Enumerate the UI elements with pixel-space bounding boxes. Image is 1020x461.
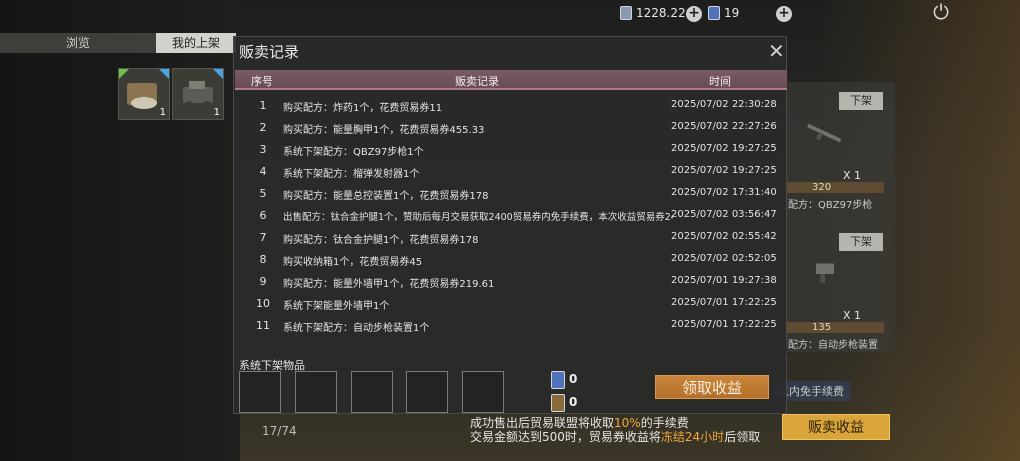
- currency-voucher: 1228.22: [620, 6, 686, 20]
- records-list[interactable]: 1 购买配方：炸药1个，花费贸易券11 2025/07/02 22:30:28 …: [235, 95, 787, 353]
- header-record: 贩卖记录: [455, 75, 499, 88]
- card-icon: [551, 371, 565, 389]
- row-no: 9: [259, 275, 267, 288]
- row-time: 2025/07/02 22:27:26: [671, 121, 777, 132]
- listing-qty: X 1: [843, 309, 862, 322]
- removed-item-slot[interactable]: [351, 371, 393, 413]
- header-no: 序号: [251, 75, 273, 88]
- row-desc: 系统下架能量外墙甲1个: [283, 301, 390, 312]
- add-voucher-button[interactable]: +: [686, 6, 702, 22]
- row-no: 6: [259, 209, 267, 222]
- listing-count: 17/74: [262, 424, 297, 438]
- row-no: 3: [259, 143, 267, 156]
- card-icon: [708, 6, 720, 20]
- item-slot-explosive[interactable]: 1: [118, 68, 170, 120]
- row-desc: 系统下架配方：自动步枪装置1个: [283, 323, 430, 334]
- row-time: 2025/07/02 19:27:25: [671, 143, 777, 154]
- row-no: 10: [256, 297, 270, 310]
- listing-label: 配方：自动步枪装置: [788, 340, 878, 351]
- row-no: 8: [259, 253, 267, 266]
- tab-my-listings[interactable]: 我的上架: [156, 33, 236, 53]
- table-row: 4 系统下架配方：榴弹发射器1个 2025/07/02 19:27:25: [235, 161, 787, 183]
- device-icon: [816, 263, 834, 283]
- table-row: 11 系统下架配方：自动步枪装置1个 2025/07/01 17:22:25: [235, 315, 787, 337]
- row-no: 2: [259, 121, 267, 134]
- row-time: 2025/07/01 19:27:38: [671, 275, 777, 286]
- table-row: 3 系统下架配方：QBZ97步枪1个 2025/07/02 19:27:25: [235, 139, 787, 161]
- sell-income-button[interactable]: 贩卖收益: [782, 414, 890, 440]
- freeze-duration: 冻结24小时: [660, 430, 725, 444]
- row-no: 11: [256, 319, 270, 332]
- listing-price-value: 320: [812, 182, 832, 193]
- takedown-button[interactable]: 下架: [839, 92, 883, 110]
- fee-info-line2: 交易金额达到500时，贸易券收益将冻结24小时后领取: [470, 428, 760, 445]
- removed-item-slot[interactable]: [462, 371, 504, 413]
- power-icon[interactable]: ⏻: [930, 2, 952, 24]
- table-row: 1 购买配方：炸药1个，花费贸易券11 2025/07/02 22:30:28: [235, 95, 787, 117]
- dialog-title: 贩卖记录: [239, 43, 300, 61]
- removed-item-slot[interactable]: [239, 371, 281, 413]
- row-time: 2025/07/02 22:30:28: [671, 99, 777, 110]
- collect-income-button[interactable]: 领取收益: [655, 375, 769, 399]
- row-desc: 购买配方：能量总控装置1个，花费贸易券178: [283, 191, 489, 202]
- header-time: 时间: [709, 75, 731, 88]
- tab-browse[interactable]: 浏览: [0, 33, 156, 53]
- row-no: 1: [259, 99, 267, 112]
- reward-voucher-value: 0: [569, 395, 578, 409]
- row-desc: 购买配方：能量胸甲1个，花费贸易券455.33: [283, 125, 485, 136]
- removed-item-slot[interactable]: [295, 371, 337, 413]
- listing-price-value: 135: [812, 322, 832, 333]
- rifle-icon: [807, 123, 842, 143]
- table-row: 5 购买配方：能量总控装置1个，花费贸易券178 2025/07/02 17:3…: [235, 183, 787, 205]
- currency-voucher-value: 1228.22: [636, 6, 686, 20]
- row-desc: 购买配方：能量外墙甲1个，花费贸易券219.61: [283, 279, 495, 290]
- reward-card-value: 0: [569, 372, 578, 386]
- listing-price: 135: [784, 322, 884, 333]
- table-row: 8 购买收纳箱1个，花费贸易券45 2025/07/02 02:52:05: [235, 249, 787, 271]
- row-time: 2025/07/01 17:22:25: [671, 319, 777, 330]
- row-time: 2025/07/02 02:55:42: [671, 231, 777, 242]
- fee-text: 后领取: [724, 430, 761, 444]
- row-time: 2025/07/01 17:22:25: [671, 297, 777, 308]
- add-card-button[interactable]: +: [776, 6, 792, 22]
- table-row: 10 系统下架能量外墙甲1个 2025/07/01 17:22:25: [235, 293, 787, 315]
- listing-price: 320: [784, 182, 884, 193]
- item-count: 1: [213, 107, 220, 118]
- listing-qty: X 1: [843, 169, 862, 182]
- row-no: 5: [259, 187, 267, 200]
- row-desc: 购买配方：钛合金护腿1个，花费贸易券178: [283, 235, 479, 246]
- table-row: 2 购买配方：能量胸甲1个，花费贸易券455.33 2025/07/02 22:…: [235, 117, 787, 139]
- sales-record-dialog: 贩卖记录 ✕ 序号 贩卖记录 时间 1 购买配方：炸药1个，花费贸易券11 20…: [233, 36, 787, 414]
- row-time: 2025/07/02 02:52:05: [671, 253, 777, 264]
- item-slot-device[interactable]: 1: [172, 68, 224, 120]
- row-time: 2025/07/02 03:56:47: [671, 209, 777, 220]
- voucher-icon: [620, 6, 632, 20]
- item-count: 1: [159, 107, 166, 118]
- row-desc: 系统下架配方：QBZ97步枪1个: [283, 147, 424, 158]
- row-time: 2025/07/02 17:31:40: [671, 187, 777, 198]
- listing-label: 配方：QBZ97步枪: [788, 200, 873, 211]
- currency-card: 19: [708, 6, 739, 20]
- voucher-icon: [551, 394, 565, 412]
- currency-card-value: 19: [724, 6, 740, 20]
- table-header: 序号 贩卖记录 时间: [235, 70, 787, 90]
- table-row: 9 购买配方：能量外墙甲1个，花费贸易券219.61 2025/07/01 19…: [235, 271, 787, 293]
- row-desc: 出售配方：钛合金护腿1个，赞助后每月交易获取2400贸易券内免手续费，本次收益贸…: [283, 212, 673, 223]
- takedown-button[interactable]: 下架: [839, 233, 883, 251]
- fee-text: 交易金额达到500时，贸易券收益将: [470, 430, 661, 444]
- removed-item-slot[interactable]: [406, 371, 448, 413]
- row-desc: 购买配方：炸药1个，花费贸易券11: [283, 103, 443, 114]
- row-no: 7: [259, 231, 267, 244]
- list-fade: [235, 340, 787, 354]
- row-no: 4: [259, 165, 267, 178]
- table-row: 6 出售配方：钛合金护腿1个，赞助后每月交易获取2400贸易券内免手续费，本次收…: [235, 205, 787, 227]
- row-desc: 购买收纳箱1个，花费贸易券45: [283, 257, 423, 268]
- row-desc: 系统下架配方：榴弹发射器1个: [283, 169, 420, 180]
- close-icon[interactable]: ✕: [768, 41, 785, 61]
- row-time: 2025/07/02 19:27:25: [671, 165, 777, 176]
- table-row: 7 购买配方：钛合金护腿1个，花费贸易券178 2025/07/02 02:55…: [235, 227, 787, 249]
